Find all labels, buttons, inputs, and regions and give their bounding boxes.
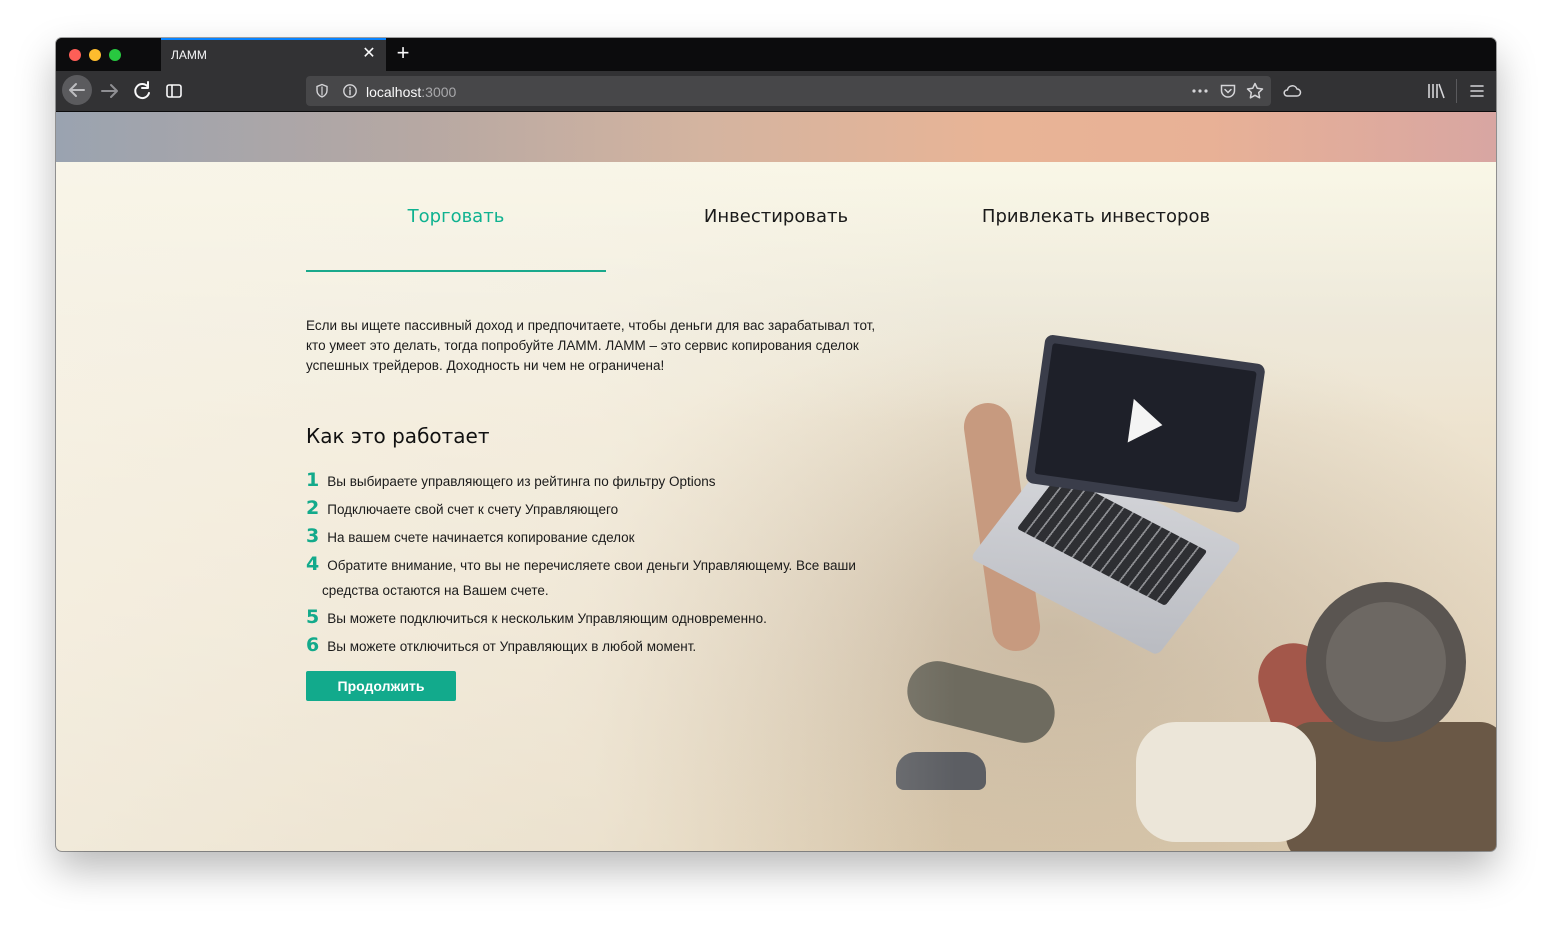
browser-window: ЛАММ ✕ + localhost:3000 Торговать Инвест… (56, 38, 1496, 851)
step-item: 2 Подключаете свой счет к счету Управляющ… (306, 496, 906, 522)
step-number: 2 (306, 497, 320, 519)
reload-icon (134, 81, 150, 100)
url-bar[interactable]: localhost:3000 (306, 76, 1271, 106)
step-item: 6 Вы можете отключиться от Управляющих в … (306, 633, 906, 659)
step-item: 5 Вы можете подключиться к нескольким Упр… (306, 605, 906, 631)
tab-strip: ЛАММ ✕ + (56, 38, 1496, 71)
steps-list: 1 Вы выбираете управляющего из рейтинга п… (306, 468, 906, 659)
step-text: Вы выбираете управляющего из рейтинга по… (327, 474, 716, 489)
info-icon[interactable] (342, 83, 358, 99)
step-item: 1 Вы выбираете управляющего из рейтинга п… (306, 468, 906, 494)
how-it-works-title: Как это работает (306, 424, 490, 448)
hat (1306, 582, 1466, 742)
tab-title: ЛАММ (171, 48, 207, 62)
step-text: Вы можете подключиться к нескольким Упра… (327, 611, 767, 626)
step-number: 5 (306, 606, 320, 628)
page-content: Торговать Инвестировать Привлекать инвес… (56, 112, 1496, 851)
step-number: 1 (306, 469, 320, 491)
browser-toolbar: localhost:3000 (56, 71, 1496, 112)
step-item: 4 Обратите внимание, что вы не перечисляе… (306, 552, 906, 603)
window-minimize-button[interactable] (89, 49, 101, 61)
back-button[interactable] (62, 75, 92, 105)
laptop-screen (1025, 334, 1266, 514)
pocket-icon[interactable] (1219, 82, 1237, 100)
sidebar-icon (166, 84, 182, 98)
tab-attract-investors[interactable]: Привлекать инвесторов (946, 206, 1246, 227)
play-icon[interactable] (1127, 398, 1166, 447)
hero-banner-image (56, 112, 1496, 162)
beach-laptop-illustration (896, 334, 1496, 851)
person-shirt (1136, 722, 1316, 842)
shield-icon[interactable] (314, 83, 330, 99)
browser-tab[interactable]: ЛАММ ✕ (161, 38, 386, 71)
step-text: Вы можете отключиться от Управляющих в л… (327, 639, 697, 654)
tab-trade[interactable]: Торговать (306, 206, 606, 227)
star-icon[interactable] (1245, 81, 1265, 101)
tab-invest[interactable]: Инвестировать (626, 206, 926, 227)
step-item: 3 На вашем счете начинается копирование с… (306, 524, 906, 550)
toolbar-divider (1456, 79, 1457, 103)
step-text: Подключаете свой счет к счету Управляюще… (327, 502, 619, 517)
continue-button[interactable]: Продолжить (306, 671, 456, 701)
tab-close-icon[interactable]: ✕ (360, 45, 378, 63)
step-text: На вашем счете начинается копирование сд… (327, 530, 635, 545)
intro-text: Если вы ищете пассивный доход и предпочи… (306, 318, 876, 373)
cloud-icon[interactable] (1282, 82, 1302, 100)
forward-button[interactable] (96, 77, 124, 105)
more-icon[interactable] (1191, 83, 1209, 99)
url-port: :3000 (421, 84, 457, 100)
window-maximize-button[interactable] (109, 49, 121, 61)
step-number: 3 (306, 525, 320, 547)
video-preview[interactable] (1034, 343, 1257, 503)
reload-button[interactable] (128, 77, 156, 105)
active-tab-underline (306, 270, 606, 272)
step-number: 4 (306, 553, 320, 575)
menu-icon[interactable] (1468, 82, 1486, 100)
step-number: 6 (306, 634, 320, 656)
back-icon (69, 83, 85, 97)
url-text[interactable]: localhost:3000 (366, 84, 456, 100)
new-tab-button[interactable]: + (392, 42, 414, 64)
forward-icon (101, 84, 118, 98)
sidebar-button[interactable] (160, 77, 188, 105)
url-host: localhost (366, 84, 422, 100)
window-close-button[interactable] (69, 49, 81, 61)
step-text: Обратите внимание, что вы не перечисляет… (322, 558, 856, 598)
library-icon[interactable] (1426, 82, 1446, 100)
